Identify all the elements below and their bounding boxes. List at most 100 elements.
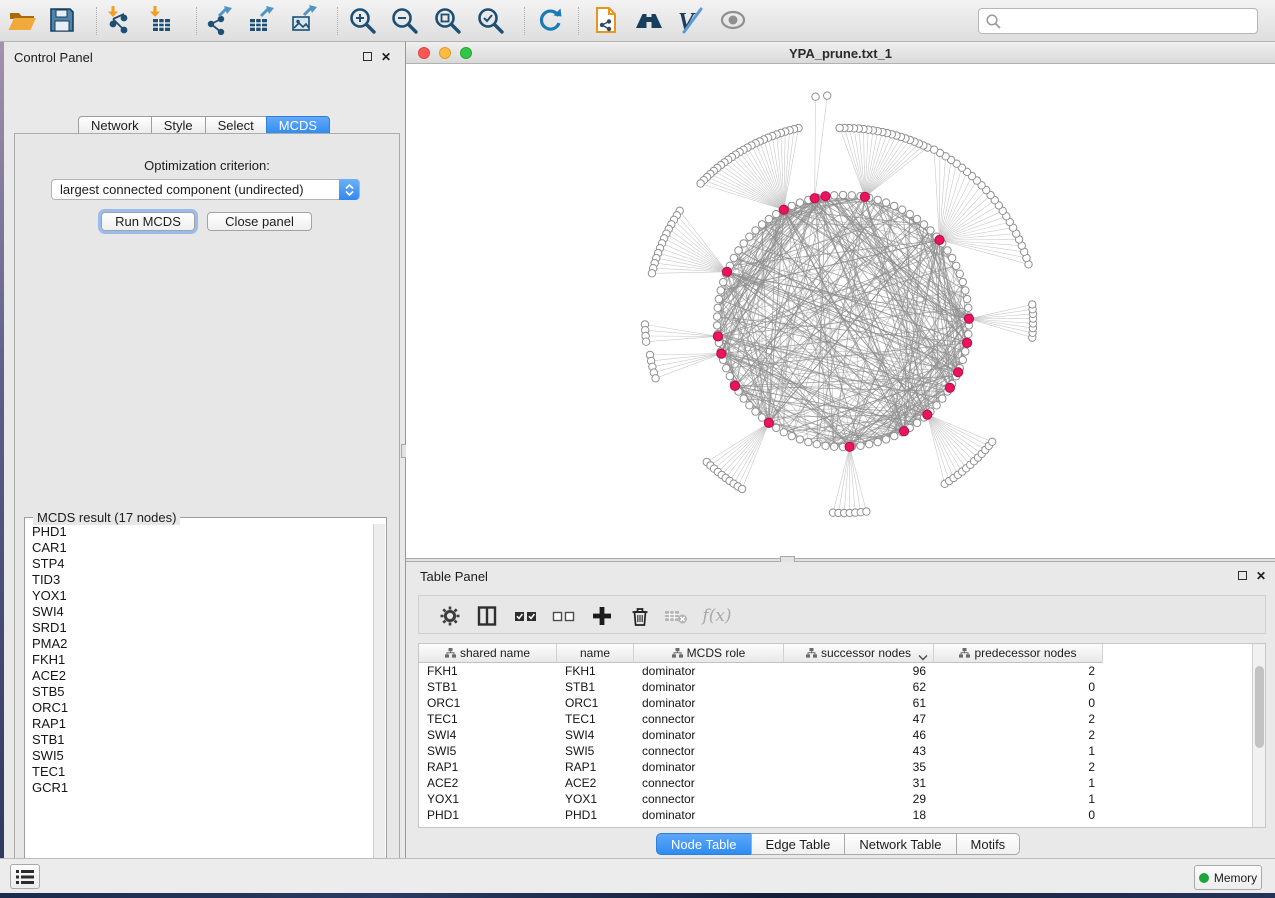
graph-node[interactable]	[758, 414, 765, 421]
graph-node[interactable]	[773, 424, 780, 431]
graph-node[interactable]	[796, 436, 803, 443]
graph-node[interactable]	[962, 348, 969, 355]
graph-node[interactable]	[738, 485, 745, 492]
tab-network-table[interactable]: Network Table	[844, 833, 955, 855]
graph-node[interactable]	[899, 206, 906, 213]
dominator-node[interactable]	[954, 368, 963, 377]
tab-motifs[interactable]: Motifs	[956, 833, 1021, 855]
graph-node[interactable]	[930, 146, 937, 153]
graph-node[interactable]	[1029, 301, 1036, 308]
mcds-result-item[interactable]: SWI5	[32, 748, 372, 764]
graph-node[interactable]	[780, 429, 787, 436]
graph-node[interactable]	[824, 92, 831, 99]
graph-node[interactable]	[746, 402, 753, 409]
graph-node[interactable]	[939, 395, 946, 402]
graph-node[interactable]	[933, 402, 940, 409]
graph-node[interactable]	[723, 365, 730, 372]
dominator-node[interactable]	[722, 267, 731, 276]
table-scrollbar-thumb[interactable]	[1255, 666, 1264, 748]
mcds-result-item[interactable]: STP4	[32, 556, 372, 572]
optimization-criterion-select[interactable]: largest connected component (undirected)	[51, 179, 360, 200]
mcds-result-item[interactable]: CAR1	[32, 540, 372, 556]
graph-node[interactable]	[953, 262, 960, 269]
show-columns-icon[interactable]	[474, 603, 500, 629]
graph-node[interactable]	[959, 356, 966, 363]
mcds-result-item[interactable]: GCR1	[32, 780, 372, 796]
graph-node[interactable]	[752, 227, 759, 234]
float-panel-icon[interactable]	[363, 52, 372, 61]
graph-node[interactable]	[796, 199, 803, 206]
column-header[interactable]: MCDS role	[634, 644, 784, 663]
settings-gear-icon[interactable]	[437, 603, 463, 629]
table-row[interactable]: FKH1 FKH1 dominator 96 2	[419, 663, 1253, 679]
search-box[interactable]	[978, 8, 1258, 34]
graph-node[interactable]	[805, 438, 812, 445]
close-panel-button[interactable]: Close panel	[207, 212, 312, 231]
dominator-node[interactable]	[945, 383, 954, 392]
column-header[interactable]: successor nodes	[784, 644, 934, 663]
graph-node[interactable]	[822, 442, 829, 449]
dominator-node[interactable]	[900, 427, 909, 436]
graph-node[interactable]	[740, 395, 747, 402]
graph-node[interactable]	[652, 375, 659, 382]
graph-node[interactable]	[866, 441, 873, 448]
mcds-result-list[interactable]: PHD1CAR1STP4TID3YOX1SWI4SRD1PMA2FKH1ACE2…	[26, 524, 372, 876]
export-table-icon[interactable]	[244, 4, 276, 36]
mcds-result-item[interactable]: SWI4	[32, 604, 372, 620]
graph-node[interactable]	[773, 210, 780, 217]
graph-node[interactable]	[839, 191, 846, 198]
dominator-node[interactable]	[821, 192, 830, 201]
graph-node[interactable]	[642, 338, 649, 345]
import-network-icon[interactable]	[102, 4, 134, 36]
graph-node[interactable]	[812, 93, 819, 100]
mcds-result-item[interactable]: PMA2	[32, 636, 372, 652]
graph-node[interactable]	[713, 322, 720, 329]
graph-node[interactable]	[948, 254, 955, 261]
mcds-result-scrollbar[interactable]	[373, 524, 385, 876]
deselect-all-icon[interactable]	[551, 603, 577, 629]
network-window-titlebar[interactable]: YPA_prune.txt_1	[406, 42, 1275, 64]
graph-node[interactable]	[913, 419, 920, 426]
zoom-fit-icon[interactable]	[431, 4, 463, 36]
dominator-node[interactable]	[764, 418, 773, 427]
dominator-node[interactable]	[964, 314, 973, 323]
graph-node[interactable]	[913, 215, 920, 222]
mcds-result-item[interactable]: YOX1	[32, 588, 372, 604]
graph-node[interactable]	[891, 432, 898, 439]
mcds-result-item[interactable]: RAP1	[32, 716, 372, 732]
open-file-icon[interactable]	[6, 4, 38, 36]
vizmapper-icon[interactable]: V	[673, 4, 705, 36]
graph-node[interactable]	[720, 278, 727, 285]
graph-node[interactable]	[920, 221, 927, 228]
tab-select[interactable]: Select	[205, 116, 266, 134]
table-row[interactable]: STB1 STB1 dominator 62 0	[419, 679, 1253, 695]
select-all-icon[interactable]	[513, 603, 539, 629]
mcds-result-item[interactable]: FKH1	[32, 652, 372, 668]
dominator-node[interactable]	[963, 338, 972, 347]
graph-node[interactable]	[906, 210, 913, 217]
graph-node[interactable]	[813, 441, 820, 448]
close-panel-icon[interactable]: ✕	[381, 52, 391, 62]
dominator-node[interactable]	[923, 410, 932, 419]
graph-node[interactable]	[891, 202, 898, 209]
float-panel-icon[interactable]	[1238, 571, 1247, 580]
mcds-result-item[interactable]: SRD1	[32, 620, 372, 636]
export-image-icon[interactable]	[287, 4, 319, 36]
table-row[interactable]: PHD1 PHD1 dominator 18 0	[419, 807, 1253, 823]
table-row[interactable]: ACE2 ACE2 connector 31 1	[419, 775, 1253, 791]
graph-node[interactable]	[765, 215, 772, 222]
tab-edge-table[interactable]: Edge Table	[751, 833, 845, 855]
tab-network[interactable]: Network	[78, 116, 151, 134]
dominator-node[interactable]	[810, 194, 819, 203]
mcds-result-item[interactable]: PHD1	[32, 524, 372, 540]
mcds-result-item[interactable]: STB5	[32, 684, 372, 700]
column-header[interactable]: shared name	[419, 644, 557, 663]
run-mcds-button[interactable]: Run MCDS	[101, 212, 195, 231]
graph-node[interactable]	[648, 270, 655, 277]
dominator-node[interactable]	[717, 349, 726, 358]
share-document-icon[interactable]	[590, 4, 622, 36]
dominator-node[interactable]	[935, 235, 944, 244]
graph-node[interactable]	[715, 295, 722, 302]
mcds-result-item[interactable]: ACE2	[32, 668, 372, 684]
zoom-in-icon[interactable]	[346, 4, 378, 36]
